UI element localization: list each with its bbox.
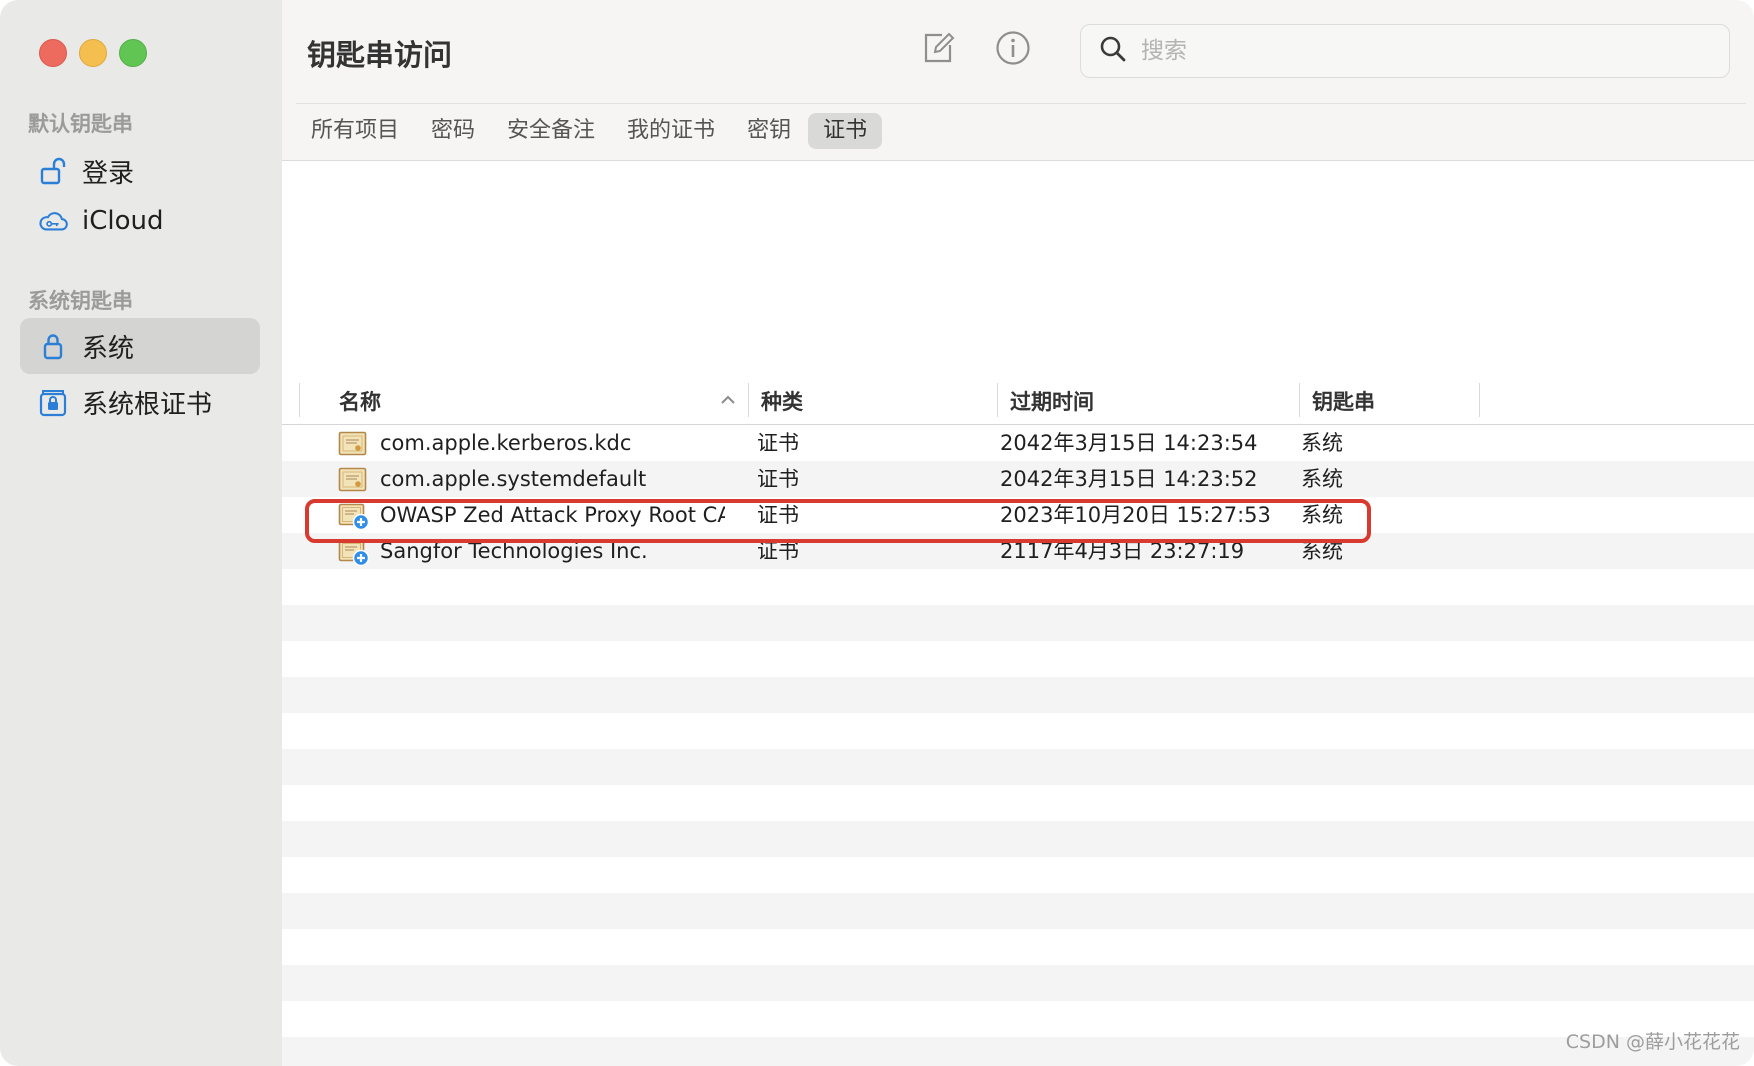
info-icon: [995, 30, 1031, 70]
empty-row: [282, 677, 1754, 713]
sidebar-item-system[interactable]: 系统: [20, 318, 260, 374]
empty-row: [282, 569, 1754, 605]
empty-row: [282, 1037, 1754, 1066]
cert-keychain: 系统: [1301, 503, 1343, 527]
empty-row: [282, 893, 1754, 929]
table-header: 名称 种类 过期时间 钥匙串: [282, 380, 1754, 425]
empty-row: [282, 785, 1754, 821]
search-icon: [1099, 35, 1127, 67]
sidebar-item-label: 登录: [82, 158, 135, 189]
column-separator: [1299, 383, 1300, 417]
table-row[interactable]: Sangfor Technologies Inc. 证书 2117年4月3日 2…: [282, 533, 1754, 569]
column-header-expires[interactable]: 过期时间: [1010, 380, 1094, 424]
cert-expiry: 2117年4月3日 23:27:19: [1000, 539, 1245, 563]
empty-row: [282, 965, 1754, 1001]
info-button[interactable]: [993, 30, 1033, 70]
sort-ascending-icon[interactable]: [718, 390, 738, 410]
empty-row: [282, 1001, 1754, 1037]
minimize-window-button[interactable]: [79, 39, 107, 67]
cert-expiry: 2042年3月15日 14:23:54: [1000, 431, 1258, 455]
cert-name: com.apple.systemdefault: [380, 467, 647, 491]
table-row[interactable]: com.apple.kerberos.kdc 证书 2042年3月15日 14:…: [282, 425, 1754, 461]
unlock-icon: [38, 156, 68, 186]
cert-keychain: 系统: [1301, 467, 1343, 491]
certificate-trusted-icon: [338, 539, 370, 567]
sidebar-item-system-roots[interactable]: 系统根证书: [20, 374, 260, 430]
column-separator: [299, 383, 300, 417]
empty-row: [282, 749, 1754, 785]
sidebar-item-login[interactable]: 登录: [20, 143, 260, 199]
close-window-button[interactable]: [39, 39, 67, 67]
cert-name: com.apple.kerberos.kdc: [380, 431, 632, 455]
toolbar-divider: [296, 103, 1746, 104]
tab-certificates[interactable]: 证书: [808, 113, 883, 149]
column-separator: [1479, 383, 1480, 417]
table-body: com.apple.kerberos.kdc 证书 2042年3月15日 14:…: [282, 425, 1754, 1066]
search-field[interactable]: [1080, 24, 1730, 78]
empty-row: [282, 929, 1754, 965]
toolbar: 钥匙串访问 搜索 所有项目 密码 安全备注 我的证书 密钥 证书: [282, 0, 1754, 161]
empty-row: [282, 605, 1754, 641]
tab-my-certificates[interactable]: 我的证书: [612, 113, 730, 149]
empty-row: [282, 821, 1754, 857]
cert-name: OWASP Zed Attack Proxy Root CA: [380, 503, 725, 527]
table-row[interactable]: OWASP Zed Attack Proxy Root CA 证书 2023年1…: [282, 497, 1754, 533]
sidebar: 默认钥匙串 登录 iCloud 系统钥匙串 系统 系统根证书: [0, 0, 283, 1066]
table-row[interactable]: com.apple.systemdefault 证书 2042年3月15日 14…: [282, 461, 1754, 497]
cert-expiry: 2023年10月20日 15:27:53: [1000, 503, 1271, 527]
column-separator: [748, 383, 749, 417]
cert-keychain: 系统: [1301, 431, 1343, 455]
cert-name: Sangfor Technologies Inc.: [380, 539, 648, 563]
empty-row: [282, 713, 1754, 749]
keychain-access-window: 默认钥匙串 登录 iCloud 系统钥匙串 系统 系统根证书 钥匙串访问 搜索 …: [0, 0, 1754, 1066]
empty-row: [282, 857, 1754, 893]
search-input[interactable]: [1139, 37, 1703, 65]
cert-keychain: 系统: [1301, 539, 1343, 563]
sidebar-item-icloud[interactable]: iCloud: [20, 193, 260, 249]
column-header-keychain[interactable]: 钥匙串: [1312, 380, 1375, 424]
tab-passwords[interactable]: 密码: [416, 113, 490, 149]
sidebar-item-label: 系统: [82, 333, 135, 364]
compose-icon: [922, 31, 956, 69]
column-header-name[interactable]: 名称: [339, 380, 381, 424]
cert-kind: 证书: [757, 467, 799, 491]
column-header-kind[interactable]: 种类: [761, 380, 803, 424]
compose-button[interactable]: [919, 30, 959, 70]
tab-keys[interactable]: 密钥: [732, 113, 806, 149]
cert-expiry: 2042年3月15日 14:23:52: [1000, 467, 1258, 491]
column-separator: [997, 383, 998, 417]
tab-secure-notes[interactable]: 安全备注: [492, 113, 610, 149]
category-tabs: 所有项目 密码 安全备注 我的证书 密钥 证书: [296, 113, 884, 149]
certificate-trusted-icon: [338, 503, 370, 531]
sidebar-item-label: iCloud: [82, 206, 164, 236]
watermark: CSDN @薛小花花花: [1565, 1031, 1740, 1053]
page-title: 钥匙串访问: [307, 38, 453, 72]
lock-icon: [38, 331, 68, 361]
cert-kind: 证书: [757, 539, 799, 563]
empty-row: [282, 641, 1754, 677]
zoom-window-button[interactable]: [119, 39, 147, 67]
system-keychains-heading: 系统钥匙串: [28, 289, 133, 313]
lock-cabinet-icon: [38, 387, 68, 417]
certificate-icon: [338, 431, 368, 457]
sidebar-item-label: 系统根证书: [82, 389, 213, 420]
icloud-icon: [38, 206, 68, 236]
certificate-icon: [338, 467, 368, 493]
certificates-table: 名称 种类 过期时间 钥匙串 com.apple.kerberos.kdc 证书…: [282, 380, 1754, 1066]
main-content: 钥匙串访问 搜索 所有项目 密码 安全备注 我的证书 密钥 证书 名称 种类 过…: [282, 0, 1754, 1066]
tab-all-items[interactable]: 所有项目: [296, 113, 414, 149]
cert-kind: 证书: [757, 431, 799, 455]
default-keychains-heading: 默认钥匙串: [28, 112, 133, 136]
cert-kind: 证书: [757, 503, 799, 527]
